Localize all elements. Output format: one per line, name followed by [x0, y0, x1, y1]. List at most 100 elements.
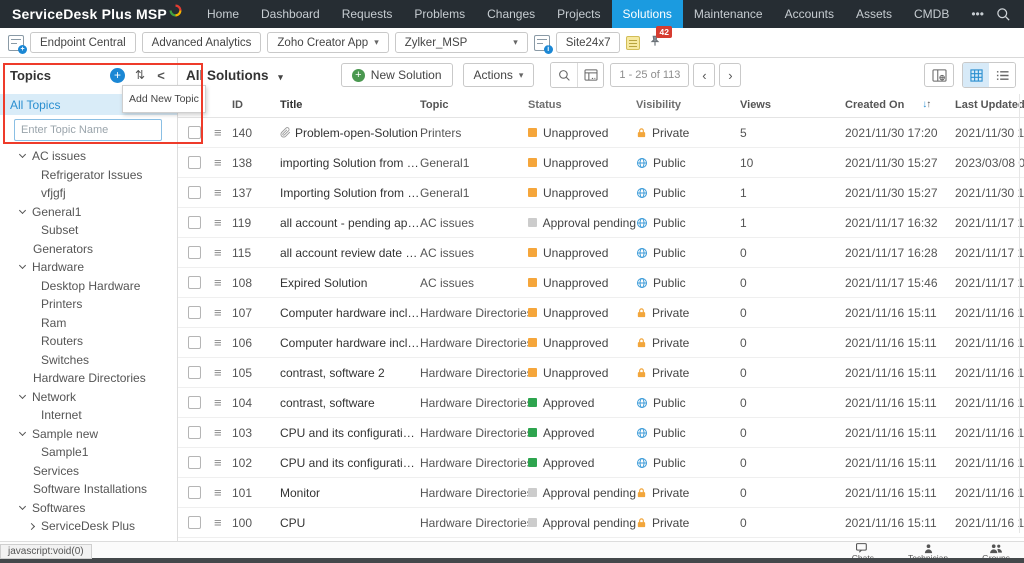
row-checkbox[interactable] — [188, 276, 201, 289]
drag-handle-icon[interactable]: ≡ — [214, 455, 232, 470]
chevron-down-icon[interactable] — [19, 151, 26, 158]
drag-handle-icon[interactable]: ≡ — [214, 245, 232, 260]
drag-handle-icon[interactable]: ≡ — [214, 305, 232, 320]
solution-title-link[interactable]: Problem-open-Solution — [295, 126, 418, 140]
new-solution-button[interactable]: +New Solution — [341, 63, 453, 87]
nav-item-solutions[interactable]: Solutions — [612, 0, 683, 28]
solution-title-link[interactable]: Computer hardware includes the... — [280, 306, 420, 320]
column-chooser-icon[interactable] — [924, 63, 954, 87]
topic-item-subset[interactable]: Subset — [0, 221, 177, 240]
nav-item-requests[interactable]: Requests — [331, 0, 404, 28]
topic-item-ac-issues[interactable]: AC issues — [0, 147, 177, 166]
drag-handle-icon[interactable]: ≡ — [214, 425, 232, 440]
scrollbar-track[interactable] — [1019, 94, 1020, 533]
solution-title-link[interactable]: Importing Solution from XLS — [280, 186, 420, 200]
collapse-panel-icon[interactable]: < — [155, 68, 167, 83]
zoho-creator-app-button[interactable]: Zoho Creator App▾ — [267, 32, 388, 53]
column-header-id[interactable]: ID — [232, 99, 280, 111]
sort-icon[interactable]: ↓↑ — [922, 99, 930, 110]
solution-title-link[interactable]: Computer hardware includes the... — [280, 336, 420, 350]
row-checkbox[interactable] — [188, 306, 201, 319]
solution-title-link[interactable]: all account review date 14 aug 2... — [280, 246, 420, 260]
add-topic-button[interactable]: + — [110, 68, 125, 83]
topic-item-generators[interactable]: Generators — [0, 240, 177, 259]
solution-title-link[interactable]: importing Solution from XLS1 — [280, 156, 420, 170]
row-checkbox[interactable] — [188, 396, 201, 409]
chevron-down-icon[interactable] — [19, 429, 26, 436]
topic-item-services[interactable]: Services — [0, 462, 177, 481]
nav-item-cmdb[interactable]: CMDB — [903, 0, 960, 28]
topic-item-routers[interactable]: Routers — [0, 332, 177, 351]
site24x7-button[interactable]: Site24x7 — [556, 32, 621, 53]
chevron-down-icon[interactable] — [19, 207, 26, 214]
row-checkbox[interactable] — [188, 456, 201, 469]
solution-title-link[interactable]: contrast, software 2 — [280, 366, 385, 380]
column-header-visibility[interactable]: Visibility — [636, 99, 740, 111]
topic-item-servicedesk-plus[interactable]: ServiceDesk Plus — [0, 517, 177, 536]
nav-item-accounts[interactable]: Accounts — [774, 0, 845, 28]
view-selector[interactable]: All Solutions ▾ — [186, 68, 283, 83]
topic-item-vfjgfj[interactable]: vfjgfj — [0, 184, 177, 203]
topic-item-sample1[interactable]: Sample1 — [0, 443, 177, 462]
topic-item-refrigerator-issues[interactable]: Refrigerator Issues — [0, 166, 177, 185]
drag-handle-icon[interactable]: ≡ — [214, 395, 232, 410]
solution-title-link[interactable]: CPU and its configurations 2 — [280, 426, 420, 440]
drag-handle-icon[interactable]: ≡ — [214, 335, 232, 350]
nav-item-projects[interactable]: Projects — [546, 0, 611, 28]
chevron-down-icon[interactable] — [19, 262, 26, 269]
actions-button[interactable]: Actions▾ — [463, 63, 535, 87]
endpoint-central-button[interactable]: Endpoint Central — [30, 32, 136, 53]
column-header-created-on[interactable]: Created On ↓↑ — [845, 99, 955, 111]
topic-item-hardware-directories[interactable]: Hardware Directories — [0, 369, 177, 388]
column-header-last-updated-on[interactable]: Last Updated On — [955, 99, 1024, 111]
topic-item-softwares[interactable]: Softwares — [0, 499, 177, 518]
solution-title-link[interactable]: CPU — [280, 516, 305, 530]
chevron-right-icon[interactable] — [28, 523, 35, 530]
drag-handle-icon[interactable]: ≡ — [214, 365, 232, 380]
chevron-down-icon[interactable] — [19, 503, 26, 510]
row-checkbox[interactable] — [188, 336, 201, 349]
solution-title-link[interactable]: all account - pending approval — [280, 216, 420, 230]
topic-name-input[interactable] — [14, 119, 162, 141]
solution-title-link[interactable]: Expired Solution — [280, 276, 367, 290]
table-settings-icon[interactable] — [577, 63, 603, 87]
grid-view-icon[interactable] — [963, 63, 989, 87]
pinned-announcements-icon[interactable]: 42 — [648, 34, 662, 51]
drag-handle-icon[interactable]: ≡ — [214, 155, 232, 170]
expand-collapse-all-icon[interactable]: ⇅ — [133, 68, 147, 82]
row-checkbox[interactable] — [188, 216, 201, 229]
search-solutions-icon[interactable] — [551, 63, 577, 87]
drag-handle-icon[interactable]: ≡ — [214, 515, 232, 530]
topic-item-switches[interactable]: Switches — [0, 351, 177, 370]
row-checkbox[interactable] — [188, 516, 201, 529]
topic-item-ram[interactable]: Ram — [0, 314, 177, 333]
drag-handle-icon[interactable]: ≡ — [214, 185, 232, 200]
nav-item-dashboard[interactable]: Dashboard — [250, 0, 331, 28]
sticky-note-icon[interactable] — [626, 36, 640, 50]
drag-handle-icon[interactable]: ≡ — [214, 215, 232, 230]
topic-item-hardware[interactable]: Hardware — [0, 258, 177, 277]
add-app-icon[interactable]: + — [8, 35, 24, 51]
app-logo[interactable]: ServiceDesk Plus MSP — [0, 0, 196, 28]
nav-item-more[interactable]: ••• — [960, 0, 995, 28]
row-checkbox[interactable] — [188, 186, 201, 199]
topic-item-desktop-hardware[interactable]: Desktop Hardware — [0, 277, 177, 296]
solution-title-link[interactable]: CPU and its configurations — [280, 456, 420, 470]
row-checkbox[interactable] — [188, 486, 201, 499]
row-checkbox[interactable] — [188, 366, 201, 379]
previous-page-button[interactable]: ‹ — [693, 63, 715, 87]
nav-item-maintenance[interactable]: Maintenance — [683, 0, 774, 28]
app-info-icon[interactable]: i — [534, 35, 550, 51]
nav-item-home[interactable]: Home — [196, 0, 250, 28]
nav-item-changes[interactable]: Changes — [476, 0, 546, 28]
topic-item-network[interactable]: Network — [0, 388, 177, 407]
advanced-analytics-button[interactable]: Advanced Analytics — [142, 32, 262, 53]
drag-handle-icon[interactable]: ≡ — [214, 485, 232, 500]
solution-title-link[interactable]: Monitor — [280, 486, 320, 500]
column-header-title[interactable]: Title — [280, 99, 420, 111]
column-header-views[interactable]: Views — [740, 99, 845, 111]
topic-item-internet[interactable]: Internet — [0, 406, 177, 425]
column-header-status[interactable]: Status — [528, 99, 636, 111]
row-checkbox[interactable] — [188, 246, 201, 259]
next-page-button[interactable]: › — [719, 63, 741, 87]
